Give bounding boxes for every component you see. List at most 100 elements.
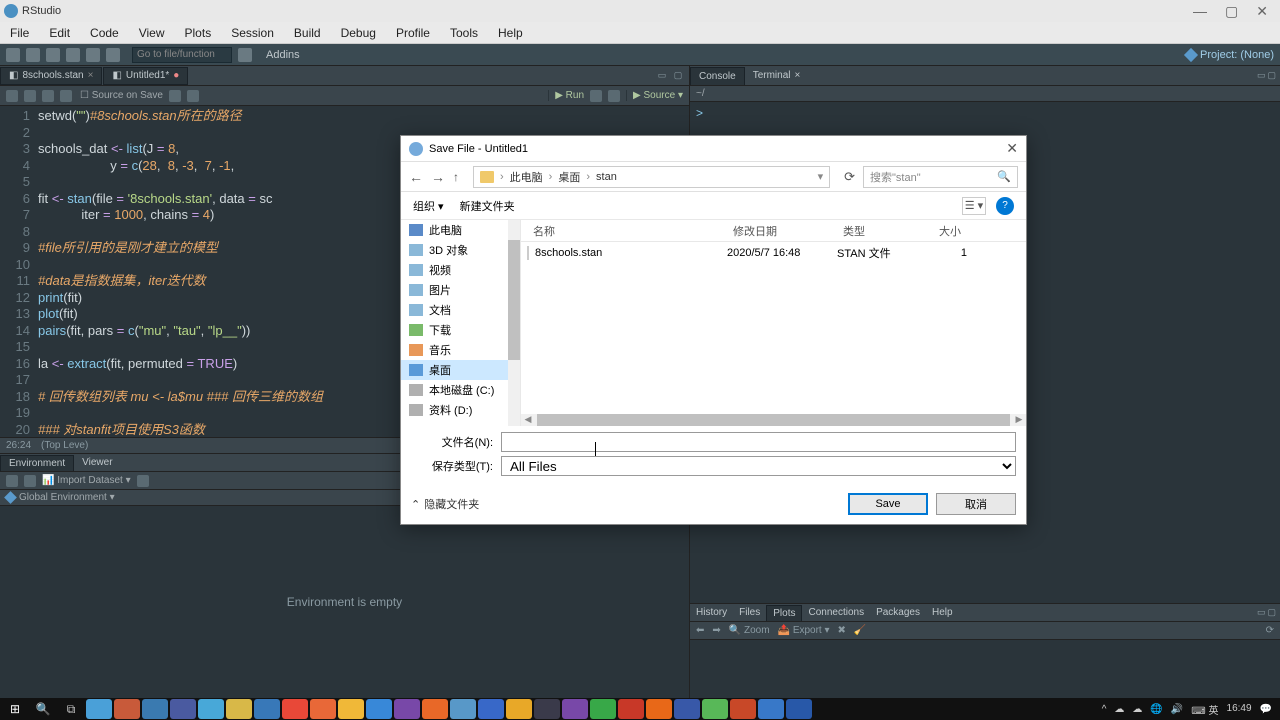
compile-icon[interactable] xyxy=(187,90,199,102)
tree-item[interactable]: 文档 xyxy=(401,300,520,320)
save-env-icon[interactable] xyxy=(24,475,36,487)
menu-plots[interactable]: Plots xyxy=(175,26,222,40)
clear-plots-icon[interactable]: 🧹 xyxy=(854,625,866,636)
tab-untitled[interactable]: ◧ Untitled1* ● xyxy=(103,67,188,85)
menu-edit[interactable]: Edit xyxy=(39,26,80,40)
column-date[interactable]: 修改日期 xyxy=(727,223,837,239)
new-folder-button[interactable]: 新建文件夹 xyxy=(460,198,515,214)
app-icon[interactable] xyxy=(590,699,616,719)
close-tab-icon[interactable]: × xyxy=(88,70,94,81)
tab-terminal[interactable]: Terminal × xyxy=(745,67,809,85)
menu-view[interactable]: View xyxy=(129,26,175,40)
tab-connections[interactable]: Connections xyxy=(802,605,870,621)
show-doc-icon[interactable] xyxy=(42,90,54,102)
app-icon[interactable] xyxy=(310,699,336,719)
tray-expand-icon[interactable]: ^ xyxy=(1102,704,1107,715)
scope-dropdown[interactable]: Global Environment ▾ xyxy=(19,492,115,503)
organize-dropdown[interactable]: 组织 ▾ xyxy=(413,198,444,214)
filename-input[interactable] xyxy=(501,432,1016,452)
tab-history[interactable]: History xyxy=(690,605,733,621)
grid-icon[interactable] xyxy=(238,48,252,62)
minimize-pane-icon[interactable]: ▭ xyxy=(655,70,669,81)
app-icon[interactable] xyxy=(702,699,728,719)
file-row[interactable]: 8schools.stan2020/5/7 16:48STAN 文件1 xyxy=(521,242,1026,264)
menu-file[interactable]: File xyxy=(0,26,39,40)
volume-icon[interactable]: 🔊 xyxy=(1171,704,1183,715)
zoom-button[interactable]: 🔍 Zoom xyxy=(729,625,770,636)
app-icon[interactable] xyxy=(366,699,392,719)
app-icon[interactable] xyxy=(730,699,756,719)
back-icon[interactable] xyxy=(6,90,18,102)
save-all-icon[interactable] xyxy=(86,48,100,62)
plot-prev-icon[interactable]: ⬅ xyxy=(696,625,704,636)
tree-item[interactable]: 此电脑 xyxy=(401,220,520,240)
project-menu[interactable]: Project: (None) xyxy=(1186,49,1274,61)
hide-folders-toggle[interactable]: ⌃ 隐藏文件夹 xyxy=(411,496,479,512)
onedrive-icon[interactable]: ☁ xyxy=(1132,704,1142,715)
app-icon[interactable] xyxy=(226,699,252,719)
tab-packages[interactable]: Packages xyxy=(870,605,926,621)
tree-item[interactable]: 图片 xyxy=(401,280,520,300)
folder-tree[interactable]: 此电脑3D 对象视频图片文档下载音乐桌面本地磁盘 (C:)资料 (D:) xyxy=(401,220,521,426)
source-on-save-checkbox[interactable]: ☐ Source on Save xyxy=(80,90,163,101)
save-button[interactable]: Save xyxy=(848,493,928,515)
app-icon[interactable] xyxy=(422,699,448,719)
tab-environment[interactable]: Environment xyxy=(0,455,74,471)
forward-icon[interactable] xyxy=(24,90,36,102)
app-icon[interactable] xyxy=(450,699,476,719)
menu-tools[interactable]: Tools xyxy=(440,26,488,40)
taskview-icon[interactable]: ⧉ xyxy=(58,699,84,719)
cancel-button[interactable]: 取消 xyxy=(936,493,1016,515)
maximize-pane-icon[interactable]: ▢ xyxy=(1267,607,1276,618)
app-icon[interactable] xyxy=(170,699,196,719)
remove-plot-icon[interactable]: ✖ xyxy=(838,625,846,636)
import-dataset-button[interactable]: 📊 Import Dataset ▾ xyxy=(42,475,131,486)
clear-icon[interactable] xyxy=(137,475,149,487)
column-size[interactable]: 大小 xyxy=(927,223,967,239)
nav-up-icon[interactable]: ↑ xyxy=(453,170,459,184)
maximize-pane-icon[interactable]: ▢ xyxy=(671,70,685,81)
save-icon[interactable] xyxy=(66,48,80,62)
notifications-icon[interactable]: 💬 xyxy=(1260,704,1272,715)
tree-item[interactable]: 视频 xyxy=(401,260,520,280)
tab-viewer[interactable]: Viewer xyxy=(74,455,120,471)
load-icon[interactable] xyxy=(6,475,18,487)
new-file-icon[interactable] xyxy=(6,48,20,62)
column-type[interactable]: 类型 xyxy=(837,223,927,239)
source-button[interactable]: ▶ Source ▾ xyxy=(626,90,683,101)
minimize-pane-icon[interactable]: ▭ xyxy=(1257,607,1266,618)
app-icon[interactable] xyxy=(786,699,812,719)
export-button[interactable]: 📤 Export ▾ xyxy=(778,625,830,636)
maximize-pane-icon[interactable]: ▢ xyxy=(1267,70,1276,81)
app-icon[interactable] xyxy=(86,699,112,719)
minimize-icon[interactable]: — xyxy=(1193,3,1207,20)
app-icon[interactable] xyxy=(282,699,308,719)
app-icon[interactable] xyxy=(198,699,224,719)
menu-debug[interactable]: Debug xyxy=(331,26,386,40)
app-icon[interactable] xyxy=(114,699,140,719)
menu-profile[interactable]: Profile xyxy=(386,26,440,40)
app-icon[interactable] xyxy=(394,699,420,719)
app-icon[interactable] xyxy=(674,699,700,719)
start-icon[interactable]: ⊞ xyxy=(2,699,28,719)
network-icon[interactable]: 🌐 xyxy=(1150,704,1162,715)
app-icon[interactable] xyxy=(618,699,644,719)
plot-next-icon[interactable]: ➡ xyxy=(712,625,720,636)
column-name[interactable]: 名称 xyxy=(527,223,727,239)
find-icon[interactable] xyxy=(169,90,181,102)
refresh-plot-icon[interactable]: ⟳ xyxy=(1266,625,1274,636)
rerun-icon[interactable] xyxy=(590,90,602,102)
source-chunk-icon[interactable] xyxy=(608,90,620,102)
tab-8schools[interactable]: ◧ 8schools.stan × xyxy=(0,67,102,85)
app-icon[interactable] xyxy=(646,699,672,719)
menu-code[interactable]: Code xyxy=(80,26,129,40)
maximize-icon[interactable]: ▢ xyxy=(1225,3,1238,20)
tab-files[interactable]: Files xyxy=(733,605,766,621)
tree-item[interactable]: 音乐 xyxy=(401,340,520,360)
file-list[interactable]: 名称 修改日期 类型 大小 8schools.stan2020/5/7 16:4… xyxy=(521,220,1026,426)
tree-item[interactable]: 桌面 xyxy=(401,360,520,380)
addins-dropdown[interactable]: Addins xyxy=(266,49,300,61)
app-icon[interactable] xyxy=(254,699,280,719)
tab-console[interactable]: Console xyxy=(690,67,745,85)
menu-help[interactable]: Help xyxy=(488,26,533,40)
